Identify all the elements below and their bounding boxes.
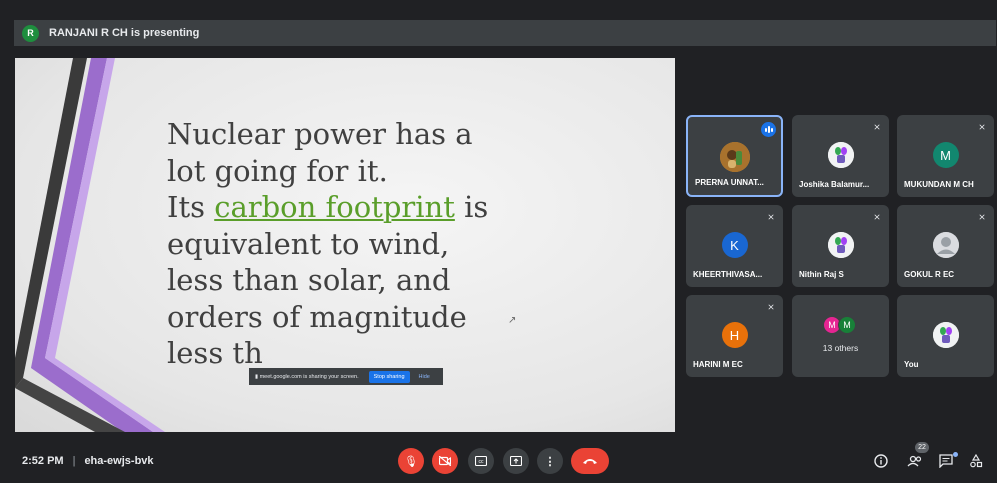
leave-call-button[interactable]: [571, 448, 609, 474]
presenting-label: RANJANI R CH is presenting: [49, 27, 200, 39]
others-count: 13 others: [822, 343, 859, 353]
slide-line: lot going for it.: [167, 153, 388, 188]
camera-off-icon: [439, 456, 451, 466]
mic-off-icon: ⨯: [873, 122, 881, 132]
end-call-icon: [583, 459, 597, 464]
profile-photo-avatar: [719, 142, 750, 172]
hide-button[interactable]: Hide: [419, 374, 430, 380]
mic-off-icon: ⨯: [767, 302, 775, 312]
plant-avatar: [932, 322, 959, 348]
participant-name: Nithin Raj S: [799, 270, 844, 279]
participant-tile[interactable]: ⨯ GOKUL R EC: [897, 205, 994, 287]
participant-tile[interactable]: ⨯ M MUKUNDAN M CH: [897, 115, 994, 197]
activities-icon: [970, 454, 983, 468]
participant-tile[interactable]: ⨯ Joshika Balamur...: [792, 115, 889, 197]
slide-line: orders of magnitude: [167, 299, 467, 334]
plant-avatar: [827, 232, 854, 258]
mic-off-icon: ⨯: [978, 212, 986, 222]
slide-line-prefix: Its: [167, 190, 215, 224]
camera-toggle-button[interactable]: [432, 448, 458, 474]
people-button[interactable]: [906, 452, 924, 470]
slide-line: Its carbon footprint is: [167, 189, 587, 226]
mic-off-icon: ⨯: [978, 122, 986, 132]
meeting-details-button[interactable]: [872, 452, 890, 470]
stop-sharing-button[interactable]: Stop sharing: [368, 370, 410, 383]
share-notice-text: meet.google.com is sharing your screen.: [259, 373, 359, 380]
presenting-banner: R RANJANI R CH is presenting: [14, 20, 996, 46]
participant-name: HARINI M EC: [693, 360, 743, 369]
default-user-avatar-icon: [932, 232, 959, 258]
letter-avatar: M: [932, 142, 959, 168]
plant-avatar: [827, 142, 854, 168]
clock-time: 2:52 PM: [22, 455, 64, 467]
mouse-cursor-icon: ↗: [508, 315, 517, 326]
shared-screen: Nuclear power has a lot going for it. It…: [15, 58, 675, 432]
slide-line: Nuclear power has a: [167, 117, 473, 151]
mic-toggle-button[interactable]: 🎙: [398, 448, 424, 474]
letter-avatar: M: [838, 316, 856, 334]
others-tile[interactable]: M M 13 others: [792, 295, 889, 377]
chat-icon: [939, 454, 953, 468]
letter-avatar: K: [721, 232, 748, 258]
people-icon: [907, 455, 922, 467]
participant-name: GOKUL R EC: [904, 270, 955, 279]
participant-tile[interactable]: PRERNA UNNAT...: [686, 115, 783, 197]
carbon-footprint-link[interactable]: carbon footprint: [214, 190, 455, 224]
participant-tile[interactable]: ⨯ K KHEERTHIVASA...: [686, 205, 783, 287]
activities-button[interactable]: [967, 452, 985, 470]
more-options-button[interactable]: ⋮: [537, 448, 563, 474]
speaking-indicator-icon: [761, 122, 776, 137]
slide-line: equivalent to wind,: [167, 226, 450, 261]
captions-icon: cc: [475, 456, 487, 466]
divider: |: [72, 455, 76, 467]
participant-name: KHEERTHIVASA...: [693, 270, 763, 279]
more-icon: ⋮: [544, 455, 556, 468]
mic-off-icon: ⨯: [767, 212, 775, 222]
slide-text: Nuclear power has a lot going for it. It…: [167, 116, 587, 372]
screen-share-notice: ▮ meet.google.com is sharing your screen…: [249, 368, 443, 385]
participant-tile[interactable]: ⨯ H HARINI M EC: [686, 295, 783, 377]
presenter-avatar: R: [22, 24, 39, 42]
present-icon: [510, 456, 522, 466]
slide-line-suffix: is: [454, 190, 489, 224]
svg-text:cc: cc: [479, 459, 485, 465]
self-tile[interactable]: You: [897, 295, 994, 377]
captions-button[interactable]: cc: [468, 448, 494, 474]
participant-tile[interactable]: ⨯ Nithin Raj S: [792, 205, 889, 287]
present-now-button[interactable]: [503, 448, 529, 474]
participant-name: PRERNA UNNAT...: [695, 178, 764, 187]
letter-avatar: H: [721, 322, 748, 348]
meeting-details: 2:52 PM | eha-ewjs-bvk: [22, 455, 154, 467]
mic-off-icon: ⨯: [873, 212, 881, 222]
slide-line: less th: [167, 336, 263, 370]
slide-line: less than solar, and: [167, 263, 451, 297]
participant-name: You: [904, 360, 919, 369]
info-icon: [874, 454, 888, 468]
chat-notification-dot: [953, 452, 958, 457]
meeting-code[interactable]: eha-ewjs-bvk: [84, 455, 153, 467]
participant-name: MUKUNDAN M CH: [904, 180, 974, 189]
participant-name: Joshika Balamur...: [799, 180, 870, 189]
mic-off-icon: 🎙: [404, 455, 418, 468]
